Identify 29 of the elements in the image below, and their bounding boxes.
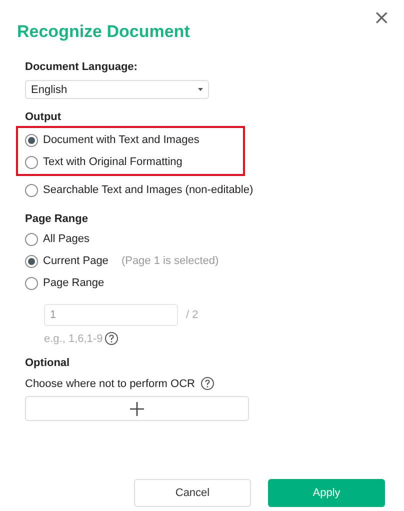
option-label: Current Page [43, 255, 108, 267]
page-total: / 2 [186, 309, 198, 321]
option-label: All Pages [43, 233, 90, 245]
dialog-title: Recognize Document [17, 22, 190, 42]
caret-icon [198, 88, 203, 91]
radio-button[interactable] [25, 276, 38, 290]
section-label: Output [25, 111, 62, 123]
language-dropdown[interactable]: English [25, 80, 209, 99]
help-icon[interactable] [104, 332, 118, 345]
option-label: Text with Original Formatting [43, 156, 182, 168]
help-icon[interactable] [200, 377, 214, 390]
radio-button[interactable] [25, 232, 38, 246]
plus-icon [130, 402, 144, 416]
cancel-button[interactable]: Cancel [134, 479, 251, 507]
optional-text: Choose where not to perform OCR [25, 378, 195, 390]
page-range-field[interactable]: 1 [44, 304, 178, 326]
radio-button[interactable] [25, 134, 38, 146]
close-button[interactable]: × [369, 8, 394, 26]
radio-button[interactable] [25, 156, 38, 168]
option-label: Page Range [43, 277, 104, 289]
option-note: (Page 1 is selected) [121, 255, 219, 267]
format-hint: e.g., 1,6,1-9 [44, 332, 103, 344]
option-label: Document with Text and Images [43, 134, 200, 146]
radio-button[interactable] [25, 254, 38, 268]
section-label: Optional [25, 357, 70, 369]
option-label: Searchable Text and Images (non-editable) [43, 184, 254, 196]
section-label: Document Language: [25, 61, 138, 73]
radio-button[interactable] [25, 184, 38, 196]
section-label: Page Range [25, 213, 88, 225]
